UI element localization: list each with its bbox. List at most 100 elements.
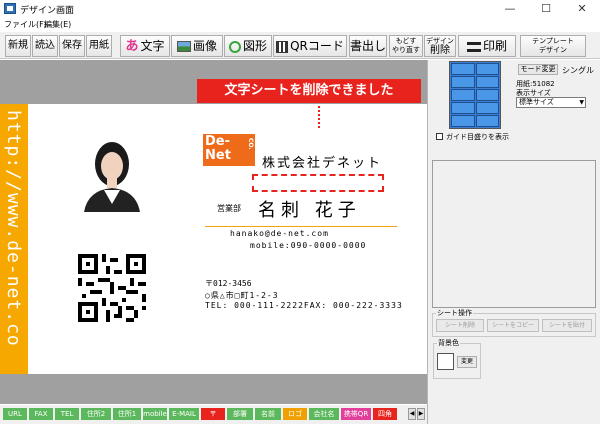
preview-cell[interactable] xyxy=(475,63,499,75)
delete-notice-banner: 文字シートを削除できました xyxy=(197,79,421,103)
display-size-select[interactable]: 標準サイズ ▼ xyxy=(516,97,586,108)
background-color-change-button[interactable]: 変更 xyxy=(457,356,477,368)
vertical-url-text: http://www.de-net.co xyxy=(3,110,24,347)
undo-label: もどす xyxy=(395,37,417,45)
logo-line2: Net xyxy=(205,148,231,163)
shape-button-label: 図形 xyxy=(242,39,267,53)
preview-cell[interactable] xyxy=(451,89,475,101)
template-line2: デザイン xyxy=(539,46,567,54)
qr-button[interactable]: QRコード xyxy=(273,35,347,57)
guide-checkbox[interactable] xyxy=(436,133,443,140)
sheet-tag[interactable]: 住所2 xyxy=(81,408,111,420)
sheet-tag[interactable]: 〒 xyxy=(201,408,225,420)
background-color-label: 背景色 xyxy=(437,338,460,348)
company-name[interactable]: 株式会社デネット xyxy=(262,152,382,171)
business-card[interactable]: http://www.de-net.co De- Net CO. 株式会社デネッ… xyxy=(0,104,427,374)
print-button-label: 印刷 xyxy=(482,39,507,53)
template-design-button[interactable]: テンプレート デザイン xyxy=(520,35,586,57)
paper-button[interactable]: 用紙 xyxy=(86,35,112,57)
print-button[interactable]: 印刷 xyxy=(458,35,516,57)
sheet-copy-button[interactable]: シートをコピー xyxy=(487,319,539,332)
sheet-list-box[interactable] xyxy=(432,160,596,308)
qr-icon xyxy=(276,40,289,53)
qr-code-image[interactable] xyxy=(78,254,146,322)
zip-text[interactable]: 〒012-3456 xyxy=(205,278,252,289)
delete-design-button[interactable]: デザイン 削除 xyxy=(424,35,456,57)
background-color-swatch[interactable] xyxy=(437,353,454,370)
sheet-tag[interactable]: URL xyxy=(3,408,27,420)
mode-change-button[interactable]: モード変更 xyxy=(518,64,558,75)
address-text[interactable]: ○県△市□町1-2-3 xyxy=(205,290,279,301)
preview-cell[interactable] xyxy=(475,76,499,88)
export-button[interactable]: 書出し xyxy=(349,35,387,57)
sheet-paste-button[interactable]: シートを貼付 xyxy=(542,319,592,332)
tel-fax-text[interactable]: TEL: 000-111-2222FAX: 000-222-3333 xyxy=(205,301,403,310)
tag-scroll-right[interactable]: ▶ xyxy=(417,408,425,420)
sheet-tag[interactable]: 会社名 xyxy=(309,408,339,420)
save-button[interactable]: 保存 xyxy=(59,35,85,57)
display-size-value: 標準サイズ xyxy=(519,98,554,106)
preview-cell[interactable] xyxy=(475,102,499,114)
image-icon xyxy=(176,41,191,52)
window-title: デザイン画面 xyxy=(20,6,75,16)
sheet-tag[interactable]: TEL xyxy=(55,408,79,420)
shape-button[interactable]: 図形 xyxy=(224,35,272,57)
menu-edit[interactable]: 編集(E) xyxy=(44,19,71,30)
image-button[interactable]: 画像 xyxy=(171,35,223,57)
maximize-button[interactable]: ☐ xyxy=(530,0,562,18)
company-logo[interactable]: De- Net CO. xyxy=(203,134,255,166)
mobile-text[interactable]: mobile:090-0000-0000 xyxy=(250,241,366,250)
preview-cell[interactable] xyxy=(451,115,475,127)
preview-cell[interactable] xyxy=(451,76,475,88)
sheet-tag[interactable]: E-MAIL xyxy=(169,408,199,420)
preview-cell[interactable] xyxy=(475,115,499,127)
preview-cell[interactable] xyxy=(451,102,475,114)
person-name[interactable]: 名刺 花子 xyxy=(258,196,361,222)
sheet-tag[interactable]: 携帯QR xyxy=(341,408,371,420)
divider-line[interactable] xyxy=(205,226,397,227)
preview-cell[interactable] xyxy=(475,89,499,101)
sheet-tag[interactable]: 部署 xyxy=(227,408,253,420)
tag-scroll-left[interactable]: ◀ xyxy=(408,408,416,420)
sheet-delete-button[interactable]: シート削除 xyxy=(436,319,484,332)
print-icon xyxy=(466,41,481,52)
design-canvas[interactable]: http://www.de-net.co De- Net CO. 株式会社デネッ… xyxy=(0,60,427,404)
sheet-tag[interactable]: FAX xyxy=(29,408,53,420)
sheet-tag[interactable]: mobile xyxy=(143,408,167,420)
menu-bar: ファイル(F) 編集(E) xyxy=(0,18,600,32)
sheet-tag[interactable]: 四角 xyxy=(373,408,397,420)
department[interactable]: 営業部 xyxy=(217,203,241,214)
text-button[interactable]: あ文字 xyxy=(120,35,170,57)
undo-redo-button[interactable]: もどす やり直す xyxy=(389,35,423,57)
open-button[interactable]: 読込 xyxy=(32,35,58,57)
mode-value: シングル xyxy=(562,66,594,75)
guide-checkbox-label[interactable]: ガイド目盛りを表示 xyxy=(446,132,509,142)
redo-label: やり直す xyxy=(392,46,420,54)
minimize-button[interactable]: — xyxy=(494,0,526,18)
portrait-photo[interactable] xyxy=(76,134,148,212)
close-button[interactable]: ✕ xyxy=(566,0,598,18)
deleted-sheet-outline xyxy=(252,174,384,192)
notice-connector xyxy=(318,106,320,128)
sheet-tag[interactable]: 名前 xyxy=(255,408,281,420)
logo-line1: De- xyxy=(205,134,231,149)
sheet-tag[interactable]: 住所1 xyxy=(113,408,141,420)
template-line1: テンプレート xyxy=(532,37,574,45)
layout-preview[interactable] xyxy=(449,61,501,129)
email-text[interactable]: hanako@de-net.com xyxy=(230,229,329,238)
app-icon xyxy=(4,3,16,14)
new-button[interactable]: 新規 xyxy=(5,35,31,57)
image-button-label: 画像 xyxy=(192,39,217,53)
title-bar: デザイン画面 — ☐ ✕ xyxy=(0,0,600,18)
toolbar: 新規 読込 保存 用紙 あ文字 画像 図形 QRコード 書出し もどす やり直す… xyxy=(0,32,600,59)
circle-icon xyxy=(228,40,241,53)
url-vertical-bar[interactable]: http://www.de-net.co xyxy=(0,104,28,374)
side-panel: モード変更 シングル 用紙:51082 表示サイズ 標準サイズ ▼ ガイド目盛り… xyxy=(427,60,600,424)
preview-cell[interactable] xyxy=(451,63,475,75)
sheet-tag[interactable]: ロゴ xyxy=(283,408,307,420)
logo-sub: CO. xyxy=(247,138,254,150)
sheet-ops-label: シート操作 xyxy=(436,308,473,318)
menu-file[interactable]: ファイル(F) xyxy=(4,19,47,30)
delete-design-line2: 削除 xyxy=(430,45,450,56)
text-button-label: 文字 xyxy=(140,39,165,53)
